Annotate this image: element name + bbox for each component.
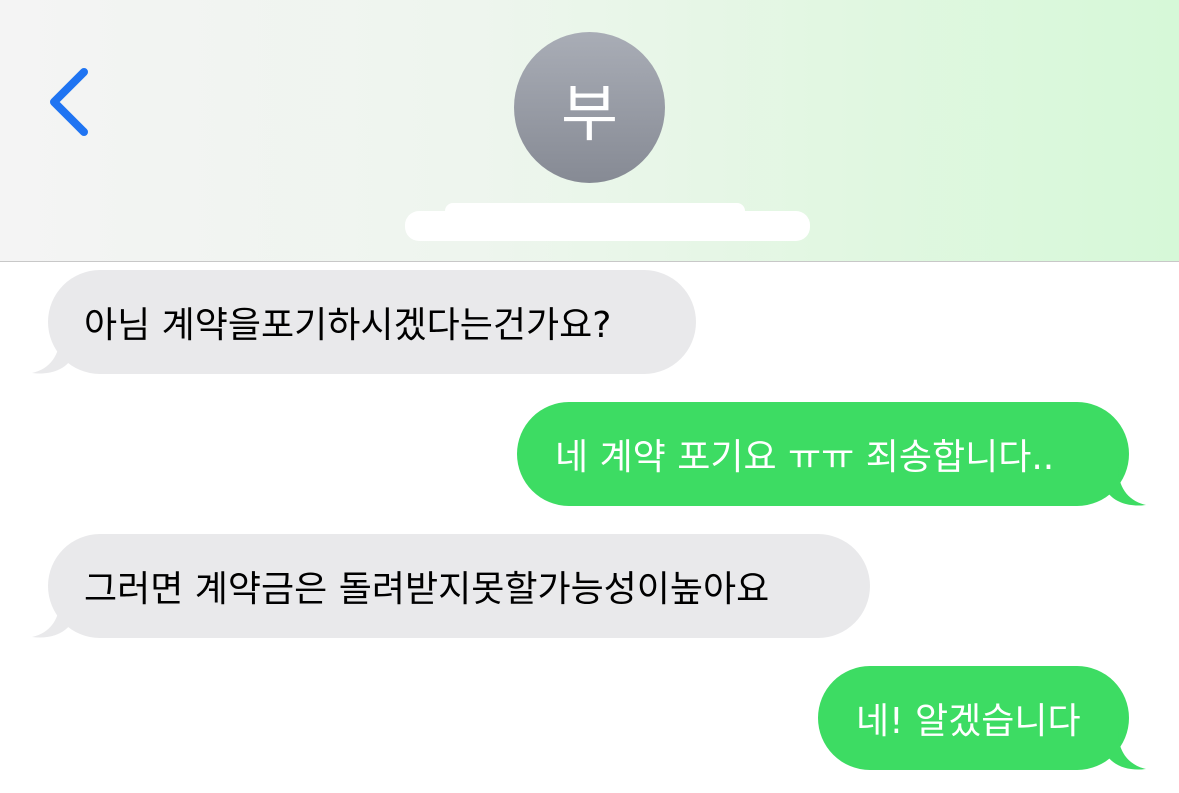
redaction-mark bbox=[405, 211, 810, 241]
bubble-tail bbox=[32, 335, 70, 374]
contact-name-redacted[interactable] bbox=[405, 203, 810, 247]
bubble-tail bbox=[1108, 467, 1146, 506]
message-text: 아님 계약을포기하시겠다는건가요? bbox=[84, 305, 612, 346]
message-text: 네 계약 포기요 ㅠㅠ 죄송합니다.. bbox=[555, 437, 1055, 478]
contact-avatar[interactable]: 부 bbox=[514, 32, 665, 183]
message-text: 그러면 계약금은 돌려받지못할가능성이높아요 bbox=[84, 569, 770, 610]
bubble-tail bbox=[1108, 731, 1146, 770]
avatar-initial: 부 bbox=[560, 76, 619, 150]
message-bubble-incoming[interactable]: 아님 계약을포기하시겠다는건가요? bbox=[48, 270, 696, 374]
message-bubble-outgoing[interactable]: 네! 알겠습니다 bbox=[818, 666, 1129, 770]
bubble-tail bbox=[32, 599, 70, 638]
conversation-header: 부 bbox=[0, 0, 1179, 262]
message-bubble-outgoing[interactable]: 네 계약 포기요 ㅠㅠ 죄송합니다.. bbox=[517, 402, 1129, 506]
chevron-left-icon bbox=[50, 68, 88, 136]
back-button[interactable] bbox=[40, 62, 100, 142]
message-bubble-incoming[interactable]: 그러면 계약금은 돌려받지못할가능성이높아요 bbox=[48, 534, 870, 638]
message-text: 네! 알겠습니다 bbox=[856, 701, 1081, 742]
